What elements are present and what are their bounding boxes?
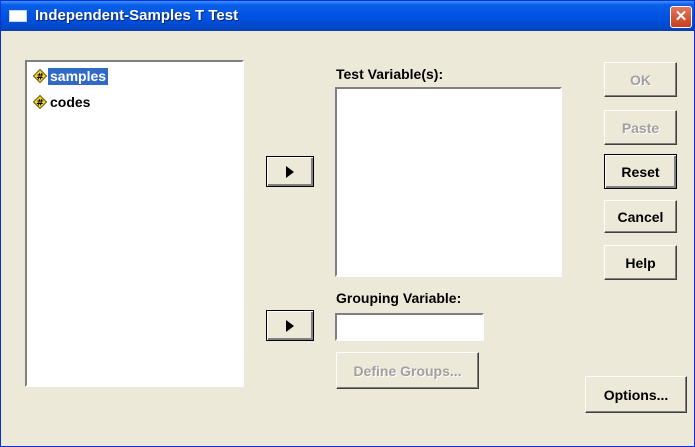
reset-button[interactable]: Reset bbox=[604, 154, 677, 189]
variable-label: samples bbox=[48, 67, 109, 85]
options-button[interactable]: Options... bbox=[585, 376, 687, 413]
window-icon bbox=[9, 10, 27, 22]
test-variables-list[interactable] bbox=[335, 87, 562, 277]
variable-item-samples[interactable]: # samples bbox=[33, 67, 109, 85]
dialog-window: Independent-Samples T Test ✕ # samples #… bbox=[0, 0, 695, 447]
numeric-variable-icon: # bbox=[33, 69, 47, 83]
move-to-grouping-variable-button[interactable] bbox=[266, 310, 314, 341]
window-title: Independent-Samples T Test bbox=[35, 7, 239, 24]
source-variable-list[interactable]: # samples # codes bbox=[25, 60, 244, 387]
close-button[interactable]: ✕ bbox=[670, 6, 692, 28]
move-to-test-variables-button[interactable] bbox=[266, 156, 314, 187]
variable-item-codes[interactable]: # codes bbox=[33, 93, 92, 111]
right-arrow-icon bbox=[286, 165, 294, 178]
right-arrow-icon bbox=[286, 319, 294, 332]
cancel-button[interactable]: Cancel bbox=[604, 200, 677, 233]
define-groups-button[interactable]: Define Groups... bbox=[336, 352, 479, 389]
variable-label: codes bbox=[50, 93, 91, 110]
svg-text:#: # bbox=[36, 99, 44, 109]
grouping-variable-label: Grouping Variable: bbox=[336, 290, 462, 306]
ok-button[interactable]: OK bbox=[604, 62, 677, 97]
help-button[interactable]: Help bbox=[604, 245, 677, 280]
test-variables-label: Test Variable(s): bbox=[336, 66, 444, 82]
svg-text:#: # bbox=[36, 73, 44, 83]
paste-button[interactable]: Paste bbox=[604, 110, 677, 145]
grouping-variable-field[interactable] bbox=[335, 313, 484, 341]
title-bar[interactable]: Independent-Samples T Test ✕ bbox=[1, 1, 694, 31]
numeric-variable-icon: # bbox=[33, 95, 47, 109]
